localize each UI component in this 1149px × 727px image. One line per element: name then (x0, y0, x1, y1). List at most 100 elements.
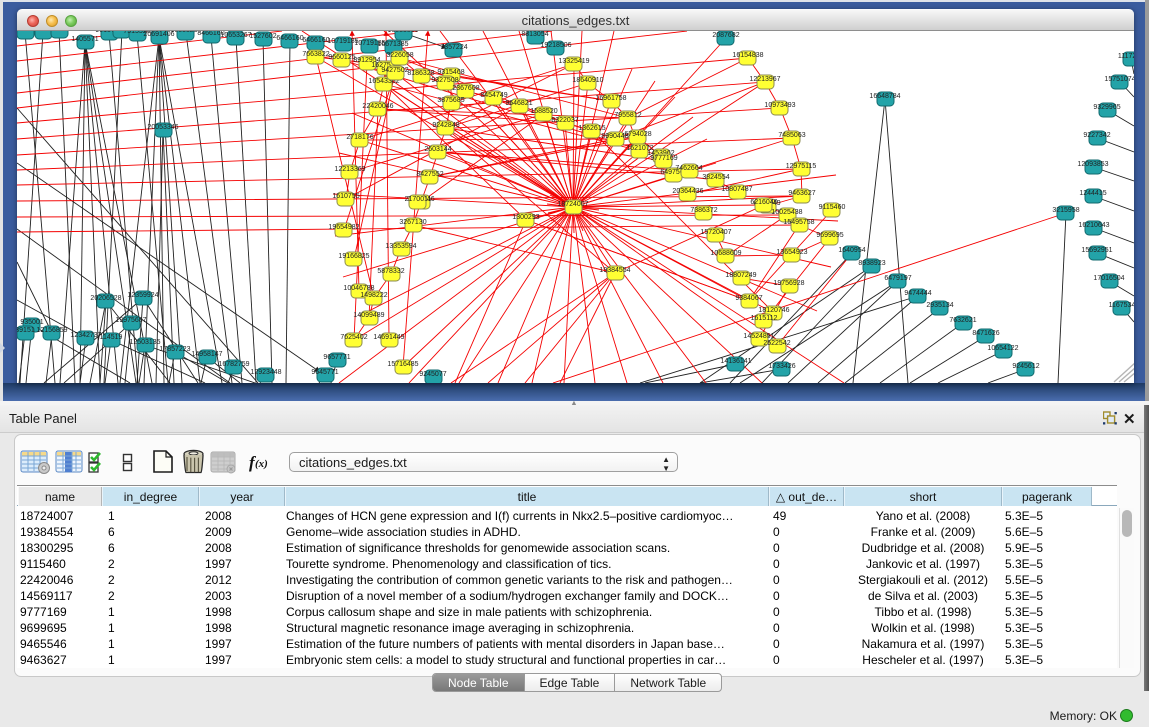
svg-text:19384554: 19384554 (599, 267, 630, 274)
svg-text:10807487: 10807487 (721, 186, 752, 193)
svg-text:13353594: 13353594 (385, 243, 416, 250)
svg-text:2522542: 2522542 (763, 340, 790, 347)
svg-text:9245612: 9245612 (1012, 363, 1039, 370)
svg-text:14958147: 14958147 (191, 351, 222, 358)
svg-text:9115460: 9115460 (819, 204, 846, 211)
svg-text:9329965: 9329965 (1093, 104, 1120, 111)
svg-text:8471626: 8471626 (972, 330, 999, 337)
svg-text:12093853: 12093853 (1077, 161, 1108, 168)
svg-text:13654923: 13654923 (776, 249, 807, 256)
svg-text:1405571: 1405571 (71, 36, 98, 43)
svg-text:6794028: 6794028 (624, 131, 651, 138)
svg-text:19218506: 19218506 (540, 42, 571, 49)
svg-text:15751074: 15751074 (1104, 76, 1134, 83)
svg-text:2935134: 2935134 (926, 302, 953, 309)
svg-text:935001: 935001 (20, 319, 43, 326)
svg-text:7746532: 7746532 (45, 31, 72, 32)
svg-text:9384067: 9384067 (735, 295, 762, 302)
svg-text:6216040: 6216040 (750, 199, 777, 206)
svg-text:17016504: 17016504 (1093, 275, 1124, 282)
svg-text:19975687: 19975687 (115, 317, 146, 324)
svg-text:1733426: 1733426 (768, 363, 795, 370)
svg-text:9699695: 9699695 (816, 232, 843, 239)
svg-text:15692951: 15692951 (1081, 247, 1112, 254)
svg-text:3267130: 3267130 (399, 219, 426, 226)
svg-text:9463627: 9463627 (788, 190, 815, 197)
svg-text:2367608: 2367608 (452, 85, 479, 92)
svg-text:7625402: 7625402 (340, 334, 367, 341)
svg-text:9327508: 9327508 (431, 77, 458, 84)
svg-text:7955812: 7955812 (614, 112, 641, 119)
svg-text:15495758: 15495758 (783, 219, 814, 226)
svg-text:10025438: 10025438 (771, 209, 802, 216)
svg-text:12503135: 12503135 (129, 339, 160, 346)
svg-text:9242848: 9242848 (432, 122, 459, 129)
svg-text:2603144: 2603144 (424, 146, 451, 153)
svg-text:3875685: 3875685 (437, 97, 464, 104)
svg-text:9245077: 9245077 (419, 371, 446, 378)
svg-text:9657771: 9657771 (323, 354, 350, 361)
svg-text:16782759: 16782759 (218, 361, 249, 368)
svg-text:16154838: 16154838 (732, 52, 763, 59)
svg-text:15716485: 15716485 (387, 361, 418, 368)
svg-text:12213967: 12213967 (749, 76, 780, 83)
svg-text:19654982: 19654982 (328, 224, 359, 231)
svg-text:12359924: 12359924 (127, 292, 158, 299)
svg-text:10653267: 10653267 (220, 32, 251, 39)
svg-text:15720407: 15720407 (700, 229, 731, 236)
svg-text:16033809: 16033809 (387, 31, 418, 34)
svg-text:2718176: 2718176 (346, 134, 373, 141)
svg-text:18807249: 18807249 (725, 272, 756, 279)
svg-text:3824554: 3824554 (702, 174, 729, 181)
svg-text:7485063: 7485063 (778, 132, 805, 139)
svg-text:16648784: 16648784 (869, 93, 900, 100)
svg-text:13325419: 13325419 (558, 58, 589, 65)
svg-text:8322037: 8322037 (551, 117, 578, 124)
svg-text:1640954: 1640954 (838, 247, 865, 254)
svg-text:5878332: 5878332 (377, 268, 404, 275)
svg-text:18120746: 18120746 (758, 307, 789, 314)
svg-text:10654122: 10654122 (987, 345, 1018, 352)
svg-text:6466160: 6466160 (302, 37, 329, 44)
svg-text:7357224: 7357224 (440, 44, 467, 51)
svg-text:9315468: 9315468 (437, 69, 464, 76)
svg-text:1588520: 1588520 (530, 108, 557, 115)
svg-text:20053346: 20053346 (147, 124, 178, 131)
svg-text:12156859: 12156859 (36, 327, 67, 334)
svg-text:10973493: 10973493 (764, 102, 795, 109)
svg-text:8427552: 8427552 (416, 171, 443, 178)
svg-text:18724007: 18724007 (557, 201, 588, 208)
svg-text:8186328: 8186328 (407, 70, 434, 77)
svg-text:1117205: 1117205 (1118, 53, 1134, 60)
svg-text:2087682: 2087682 (712, 32, 739, 39)
svg-text:8454749: 8454749 (480, 92, 507, 99)
svg-text:16671385: 16671385 (377, 41, 408, 48)
svg-text:9660125: 9660125 (328, 54, 355, 61)
svg-text:12975115: 12975115 (786, 163, 817, 170)
svg-text:3215958: 3215958 (1052, 207, 1079, 214)
svg-text:14691449: 14691449 (373, 334, 404, 341)
svg-text:9474444: 9474444 (904, 290, 931, 297)
svg-text:6466160: 6466160 (276, 35, 303, 42)
svg-text:16961758: 16961758 (595, 95, 626, 102)
svg-text:12342737: 12342737 (70, 332, 101, 339)
svg-text:39151: 39151 (17, 327, 35, 334)
svg-text:18640910: 18640910 (572, 77, 603, 84)
svg-text:9646821: 9646821 (505, 100, 532, 107)
svg-text:7663822: 7663822 (302, 51, 329, 58)
svg-text:1244415: 1244415 (1079, 190, 1106, 197)
svg-text:20206528: 20206528 (90, 295, 121, 302)
svg-text:(x): (x) (255, 458, 268, 470)
svg-text:7632621: 7632621 (949, 317, 976, 324)
svg-text:12213369: 12213369 (334, 166, 365, 173)
svg-text:10688609: 10688609 (710, 250, 741, 257)
svg-text:14524851: 14524851 (743, 333, 774, 340)
svg-text:14099489: 14099489 (353, 312, 384, 319)
svg-text:22420046: 22420046 (362, 103, 393, 110)
svg-text:19756928: 19756928 (773, 280, 804, 287)
svg-text:1615112: 1615112 (751, 315, 778, 322)
svg-text:6479197: 6479197 (884, 275, 911, 282)
svg-text:1610755: 1610755 (332, 193, 359, 200)
svg-text:19166825: 19166825 (338, 253, 369, 260)
svg-text:3226058: 3226058 (386, 52, 413, 59)
